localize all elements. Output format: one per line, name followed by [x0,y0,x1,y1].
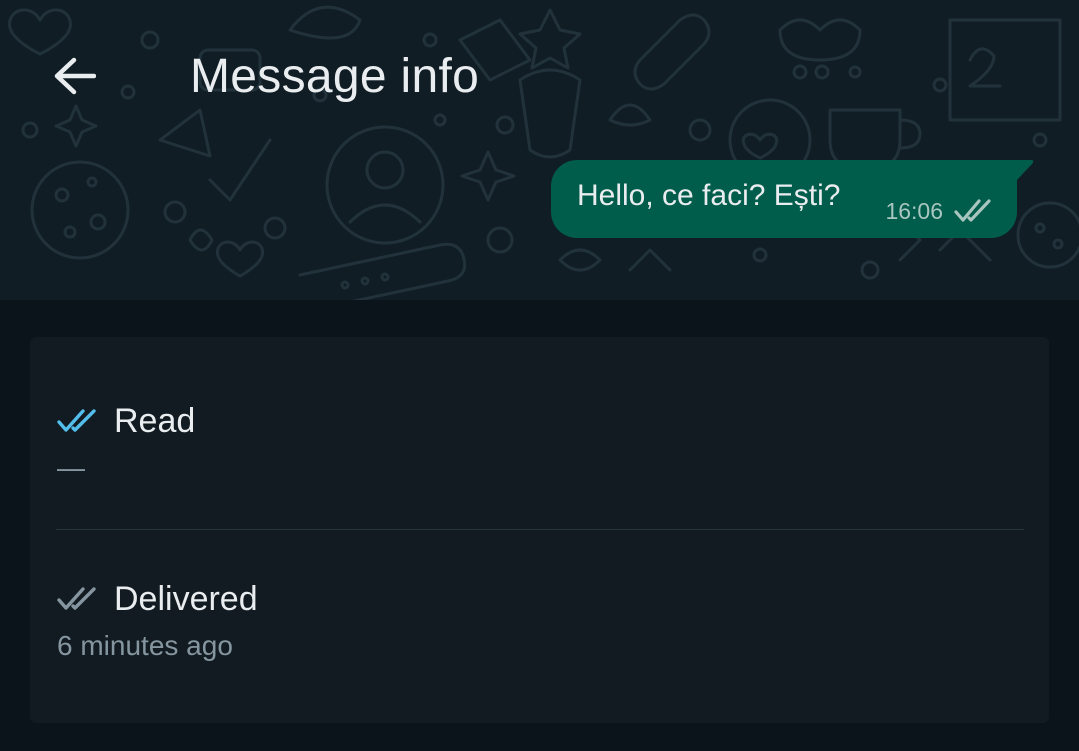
wallpaper-doodles [8,5,1079,300]
receipt-card: Read — Delivered 6 minutes ago [30,337,1049,723]
delivered-value: 6 minutes ago [57,630,233,661]
double-check-blue-icon [57,409,96,432]
back-button[interactable] [44,46,104,106]
arrow-left-icon [54,57,96,95]
double-check-icon [954,199,991,222]
delivered-label: Delivered [114,580,258,618]
chat-preview-area: Message info Hello, ce faci? Ești? 16:06 [0,0,1079,300]
read-value: — [57,452,85,483]
page-title: Message info [190,50,480,103]
double-check-gray-icon [57,587,96,610]
divider [56,529,1024,530]
read-receipt-row: Read — [56,399,1026,485]
message-bubble[interactable]: Hello, ce faci? Ești? 16:06 [551,160,1034,238]
delivered-receipt-row: Delivered 6 minutes ago [56,577,1026,663]
message-text: Hello, ce faci? Ești? [577,179,841,212]
message-time: 16:06 [885,198,943,224]
read-label: Read [114,402,196,440]
bubble-tail [1015,160,1034,182]
message-meta: 16:06 [885,198,995,224]
